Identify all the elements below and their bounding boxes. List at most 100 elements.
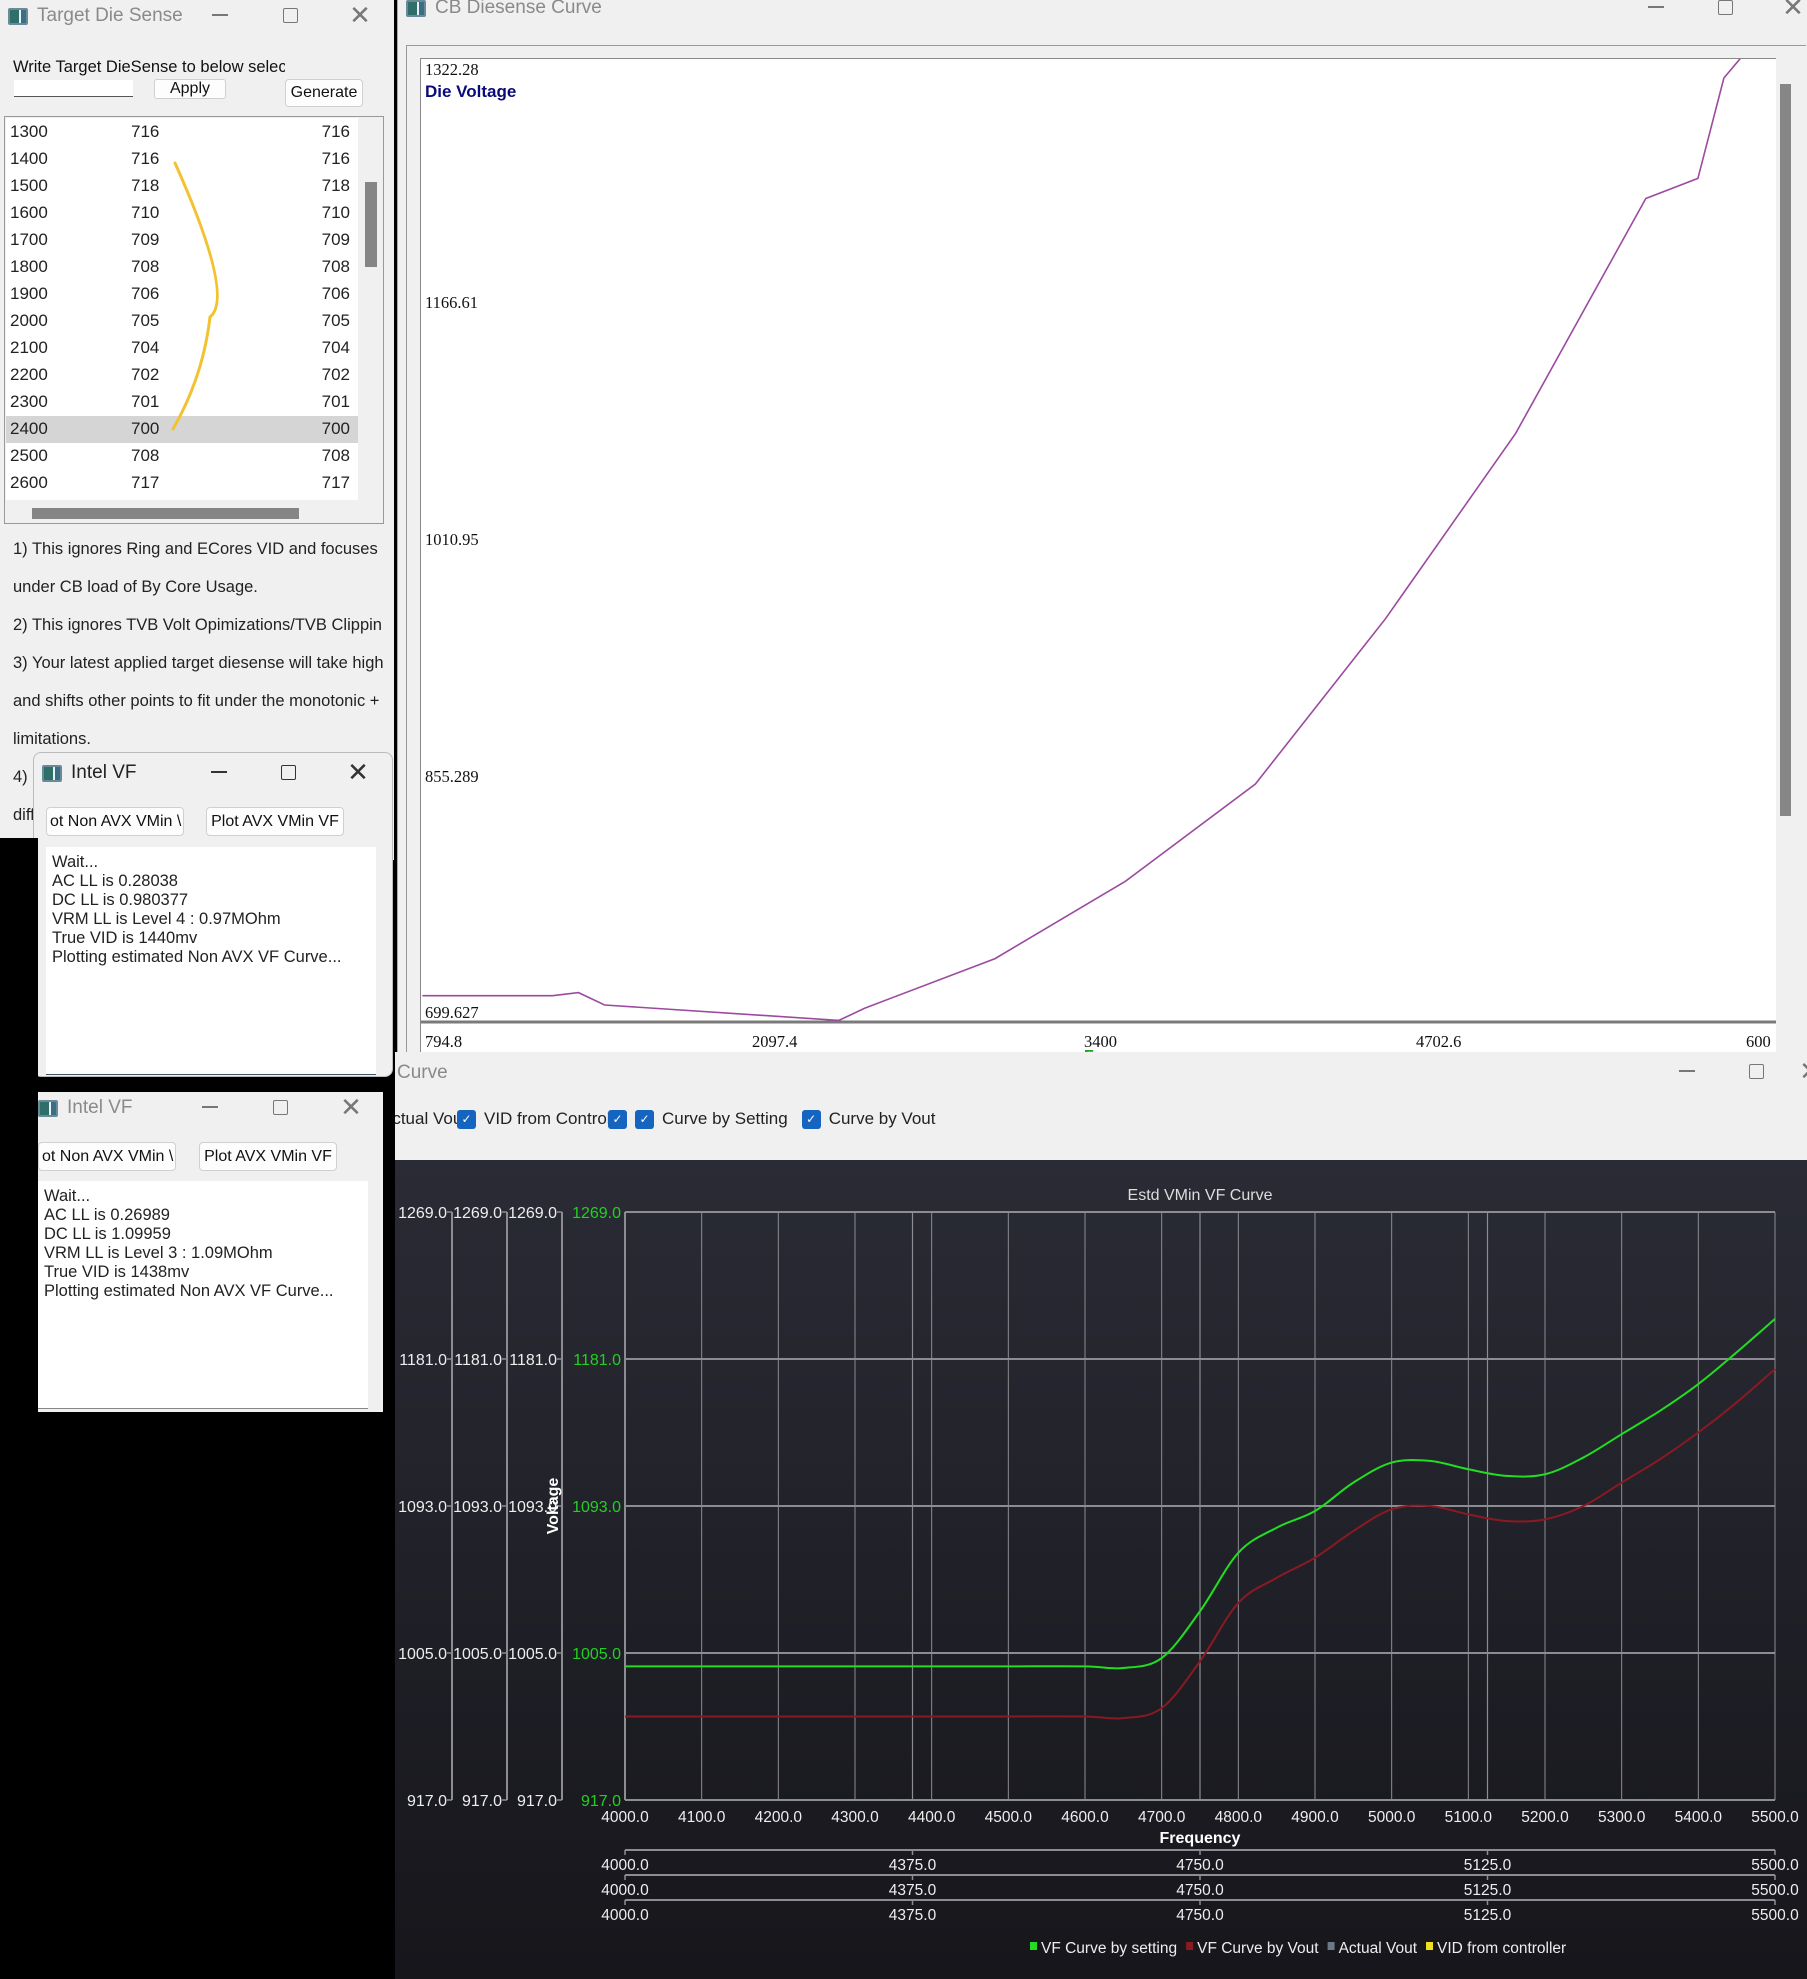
maximize-button[interactable] xyxy=(268,757,308,787)
apply-button[interactable]: Apply xyxy=(154,79,226,99)
die-voltage-line xyxy=(422,59,1741,1022)
maximize-button[interactable] xyxy=(270,0,310,30)
maximize-button[interactable] xyxy=(260,1092,300,1122)
y-tick-label: 1166.61 xyxy=(425,293,478,312)
series-label: Die Voltage xyxy=(425,82,516,101)
checkbox-checked-icon[interactable]: ✓ xyxy=(635,1109,654,1129)
close-button[interactable]: ✕ xyxy=(1773,0,1807,22)
log-output[interactable]: Wait... AC LL is 0.28038 DC LL is 0.9803… xyxy=(46,847,376,1075)
legend-swatch xyxy=(1186,1942,1194,1950)
voltage-cell: 717 xyxy=(131,473,160,492)
legend-item[interactable]: VID from controller xyxy=(1426,1940,1566,1957)
table-row[interactable]: 1700 709 709 xyxy=(6,227,358,254)
table-row[interactable]: 2600 717 717 xyxy=(6,470,358,497)
close-button[interactable]: ✕ xyxy=(1790,1056,1807,1086)
app-icon xyxy=(8,7,28,25)
y-tick-label: 1269.0 xyxy=(398,1205,447,1222)
checkbox-label: VID from Control xyxy=(484,1109,608,1128)
series-checkbox[interactable]: VID from Control ✓ xyxy=(484,1109,635,1129)
chart-vertical-scrollbar[interactable] xyxy=(1776,58,1798,1053)
app-icon xyxy=(406,0,426,17)
y-tick-label: 1181.0 xyxy=(509,1352,557,1369)
title-bar[interactable]: CB Diesense Curve xyxy=(398,0,1807,24)
x-tick-label: 5100.0 xyxy=(1445,1809,1493,1826)
diesense-table[interactable]: 1300 716 716 1400 716 716 1500 718 718 1600 710 710… xyxy=(4,116,384,524)
table-row[interactable]: 1500 718 718 xyxy=(6,173,358,200)
target-diesense-input[interactable] xyxy=(14,80,133,97)
legend-item[interactable]: Actual Vout xyxy=(1327,1940,1418,1957)
checkbox-checked-icon[interactable]: ✓ xyxy=(608,1109,627,1129)
window-title: Intel VF xyxy=(71,762,137,783)
table-body: 1300 716 716 1400 716 716 1500 718 718 1600 710 710… xyxy=(6,118,358,500)
target-voltage-cell: 706 xyxy=(321,284,350,303)
minimize-button[interactable] xyxy=(190,1092,230,1122)
minimize-button[interactable] xyxy=(199,757,239,787)
title-bar[interactable]: Target Die Sense xyxy=(0,0,394,32)
series-checkbox[interactable]: Actual Vou✓ xyxy=(395,1109,484,1129)
plot-avx-button[interactable]: Plot AVX VMin VF xyxy=(206,807,344,836)
close-button[interactable]: ✕ xyxy=(338,757,378,787)
table-row[interactable]: 1800 708 708 xyxy=(6,254,358,281)
x-tick-label: 4100.0 xyxy=(678,1809,726,1826)
legend-swatch xyxy=(1327,1942,1335,1950)
maximize-button[interactable] xyxy=(1705,0,1745,22)
scrollbar-thumb[interactable] xyxy=(1780,84,1791,816)
close-icon: ✕ xyxy=(1799,1058,1807,1084)
desktop-background xyxy=(0,1412,360,1979)
intel-vf-window-1: Intel VF ✕ ot Non AVX VMin \ Plot AVX VM… xyxy=(33,752,393,1077)
voltage-cell: 708 xyxy=(131,446,160,465)
checkbox-checked-icon[interactable]: ✓ xyxy=(801,1109,821,1129)
checkbox-label: Curve by Setting xyxy=(662,1109,788,1128)
minimize-button[interactable] xyxy=(200,0,240,30)
curve-window: Curve ✕ Actual Vou✓VID from Control✓✓Cur… xyxy=(395,1052,1807,1979)
close-button[interactable]: ✕ xyxy=(331,1092,371,1122)
legend-item[interactable]: VF Curve by Vout xyxy=(1186,1940,1319,1957)
table-row[interactable]: 2400 700 700 xyxy=(6,416,358,443)
legend-item[interactable]: VF Curve by setting xyxy=(1030,1940,1177,1957)
maximize-icon xyxy=(1717,0,1733,15)
close-button[interactable]: ✕ xyxy=(340,0,380,30)
table-row[interactable]: 2500 708 708 xyxy=(6,443,358,470)
target-voltage-cell: 705 xyxy=(321,311,350,330)
table-row[interactable]: 2300 701 701 xyxy=(6,389,358,416)
table-row[interactable]: 1400 716 716 xyxy=(6,146,358,173)
x-tick-label: 5300.0 xyxy=(1598,1809,1646,1826)
y-tick-label: 1181.0 xyxy=(573,1352,621,1369)
maximize-button[interactable] xyxy=(1736,1056,1776,1086)
y-tick-label: 1010.95 xyxy=(425,530,479,549)
minimize-button[interactable] xyxy=(1636,0,1676,22)
table-row[interactable]: 2100 704 704 xyxy=(6,335,358,362)
y-tick-label: 855.289 xyxy=(425,767,479,786)
x-tick-label: 2097.4 xyxy=(752,1032,797,1051)
table-row[interactable]: 1900 706 706 xyxy=(6,281,358,308)
table-row[interactable]: 2000 705 705 xyxy=(6,308,358,335)
log-output[interactable]: Wait... AC LL is 0.26989 DC LL is 1.0995… xyxy=(38,1181,368,1409)
table-horizontal-scrollbar[interactable] xyxy=(32,508,299,519)
checkbox-checked-icon[interactable]: ✓ xyxy=(457,1109,476,1129)
plot-avx-button[interactable]: Plot AVX VMin VF xyxy=(199,1142,337,1171)
minimize-button[interactable] xyxy=(1667,1056,1707,1086)
voltage-cell: 705 xyxy=(131,311,160,330)
generate-button[interactable]: Generate xyxy=(285,79,363,107)
secondary-x-tick-label: 4000.0 xyxy=(601,1857,649,1874)
y-tick-label: 1181.0 xyxy=(454,1352,502,1369)
note-line: 1) This ignores Ring and ECores VID and … xyxy=(13,540,383,558)
app-icon xyxy=(38,1099,58,1117)
x-tick-label: 5000.0 xyxy=(1368,1809,1416,1826)
table-row[interactable]: 1300 716 716 xyxy=(6,119,358,146)
plot-non-avx-button[interactable]: ot Non AVX VMin \ xyxy=(38,1142,176,1171)
table-row[interactable]: 1600 710 710 xyxy=(6,200,358,227)
legend-label: VF Curve by Vout xyxy=(1197,1940,1319,1957)
maximize-icon xyxy=(282,7,298,23)
plot-non-avx-button[interactable]: ot Non AVX VMin \ xyxy=(46,807,184,836)
secondary-x-tick-label: 4750.0 xyxy=(1176,1882,1224,1899)
series-checkbox[interactable]: ✓ Curve by Setting xyxy=(635,1109,788,1129)
y-tick-label: 917.0 xyxy=(407,1793,447,1810)
table-vertical-scrollbar[interactable] xyxy=(365,182,377,267)
table-row[interactable]: 2200 702 702 xyxy=(6,362,358,389)
voltage-cell: 706 xyxy=(131,284,160,303)
voltage-cell: 700 xyxy=(131,419,160,438)
series-checkbox[interactable]: ✓ Curve by Vout xyxy=(801,1109,935,1129)
legend-label: VF Curve by setting xyxy=(1041,1940,1177,1957)
intel-vf-window-2: Intel VF ✕ ot Non AVX VMin \ Plot AVX VM… xyxy=(38,1092,383,1412)
